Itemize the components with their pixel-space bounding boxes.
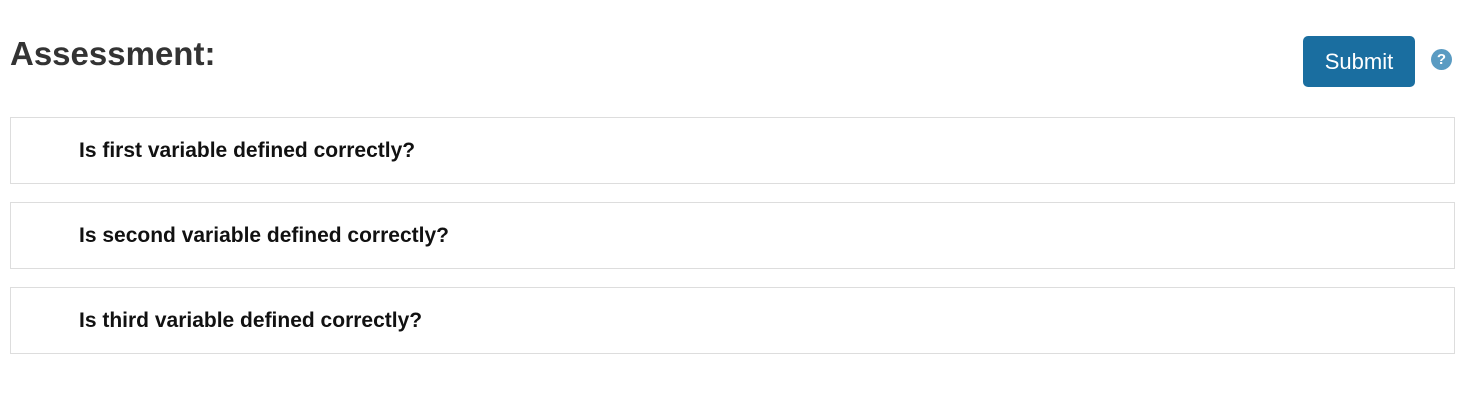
question-text: Is first variable defined correctly? <box>79 138 416 162</box>
question-circle-icon[interactable]: ? <box>1431 49 1452 70</box>
question-text: Is third variable defined correctly? <box>79 308 423 332</box>
question-list: Is first variable defined correctly? Is … <box>10 117 1455 372</box>
question-item[interactable]: Is first variable defined correctly? <box>10 117 1455 184</box>
question-item[interactable]: Is second variable defined correctly? <box>10 202 1455 269</box>
submit-button[interactable]: Submit <box>1303 36 1415 87</box>
question-text: Is second variable defined correctly? <box>79 223 449 247</box>
page-title: Assessment: <box>10 35 216 72</box>
question-item[interactable]: Is third variable defined correctly? <box>10 287 1455 354</box>
